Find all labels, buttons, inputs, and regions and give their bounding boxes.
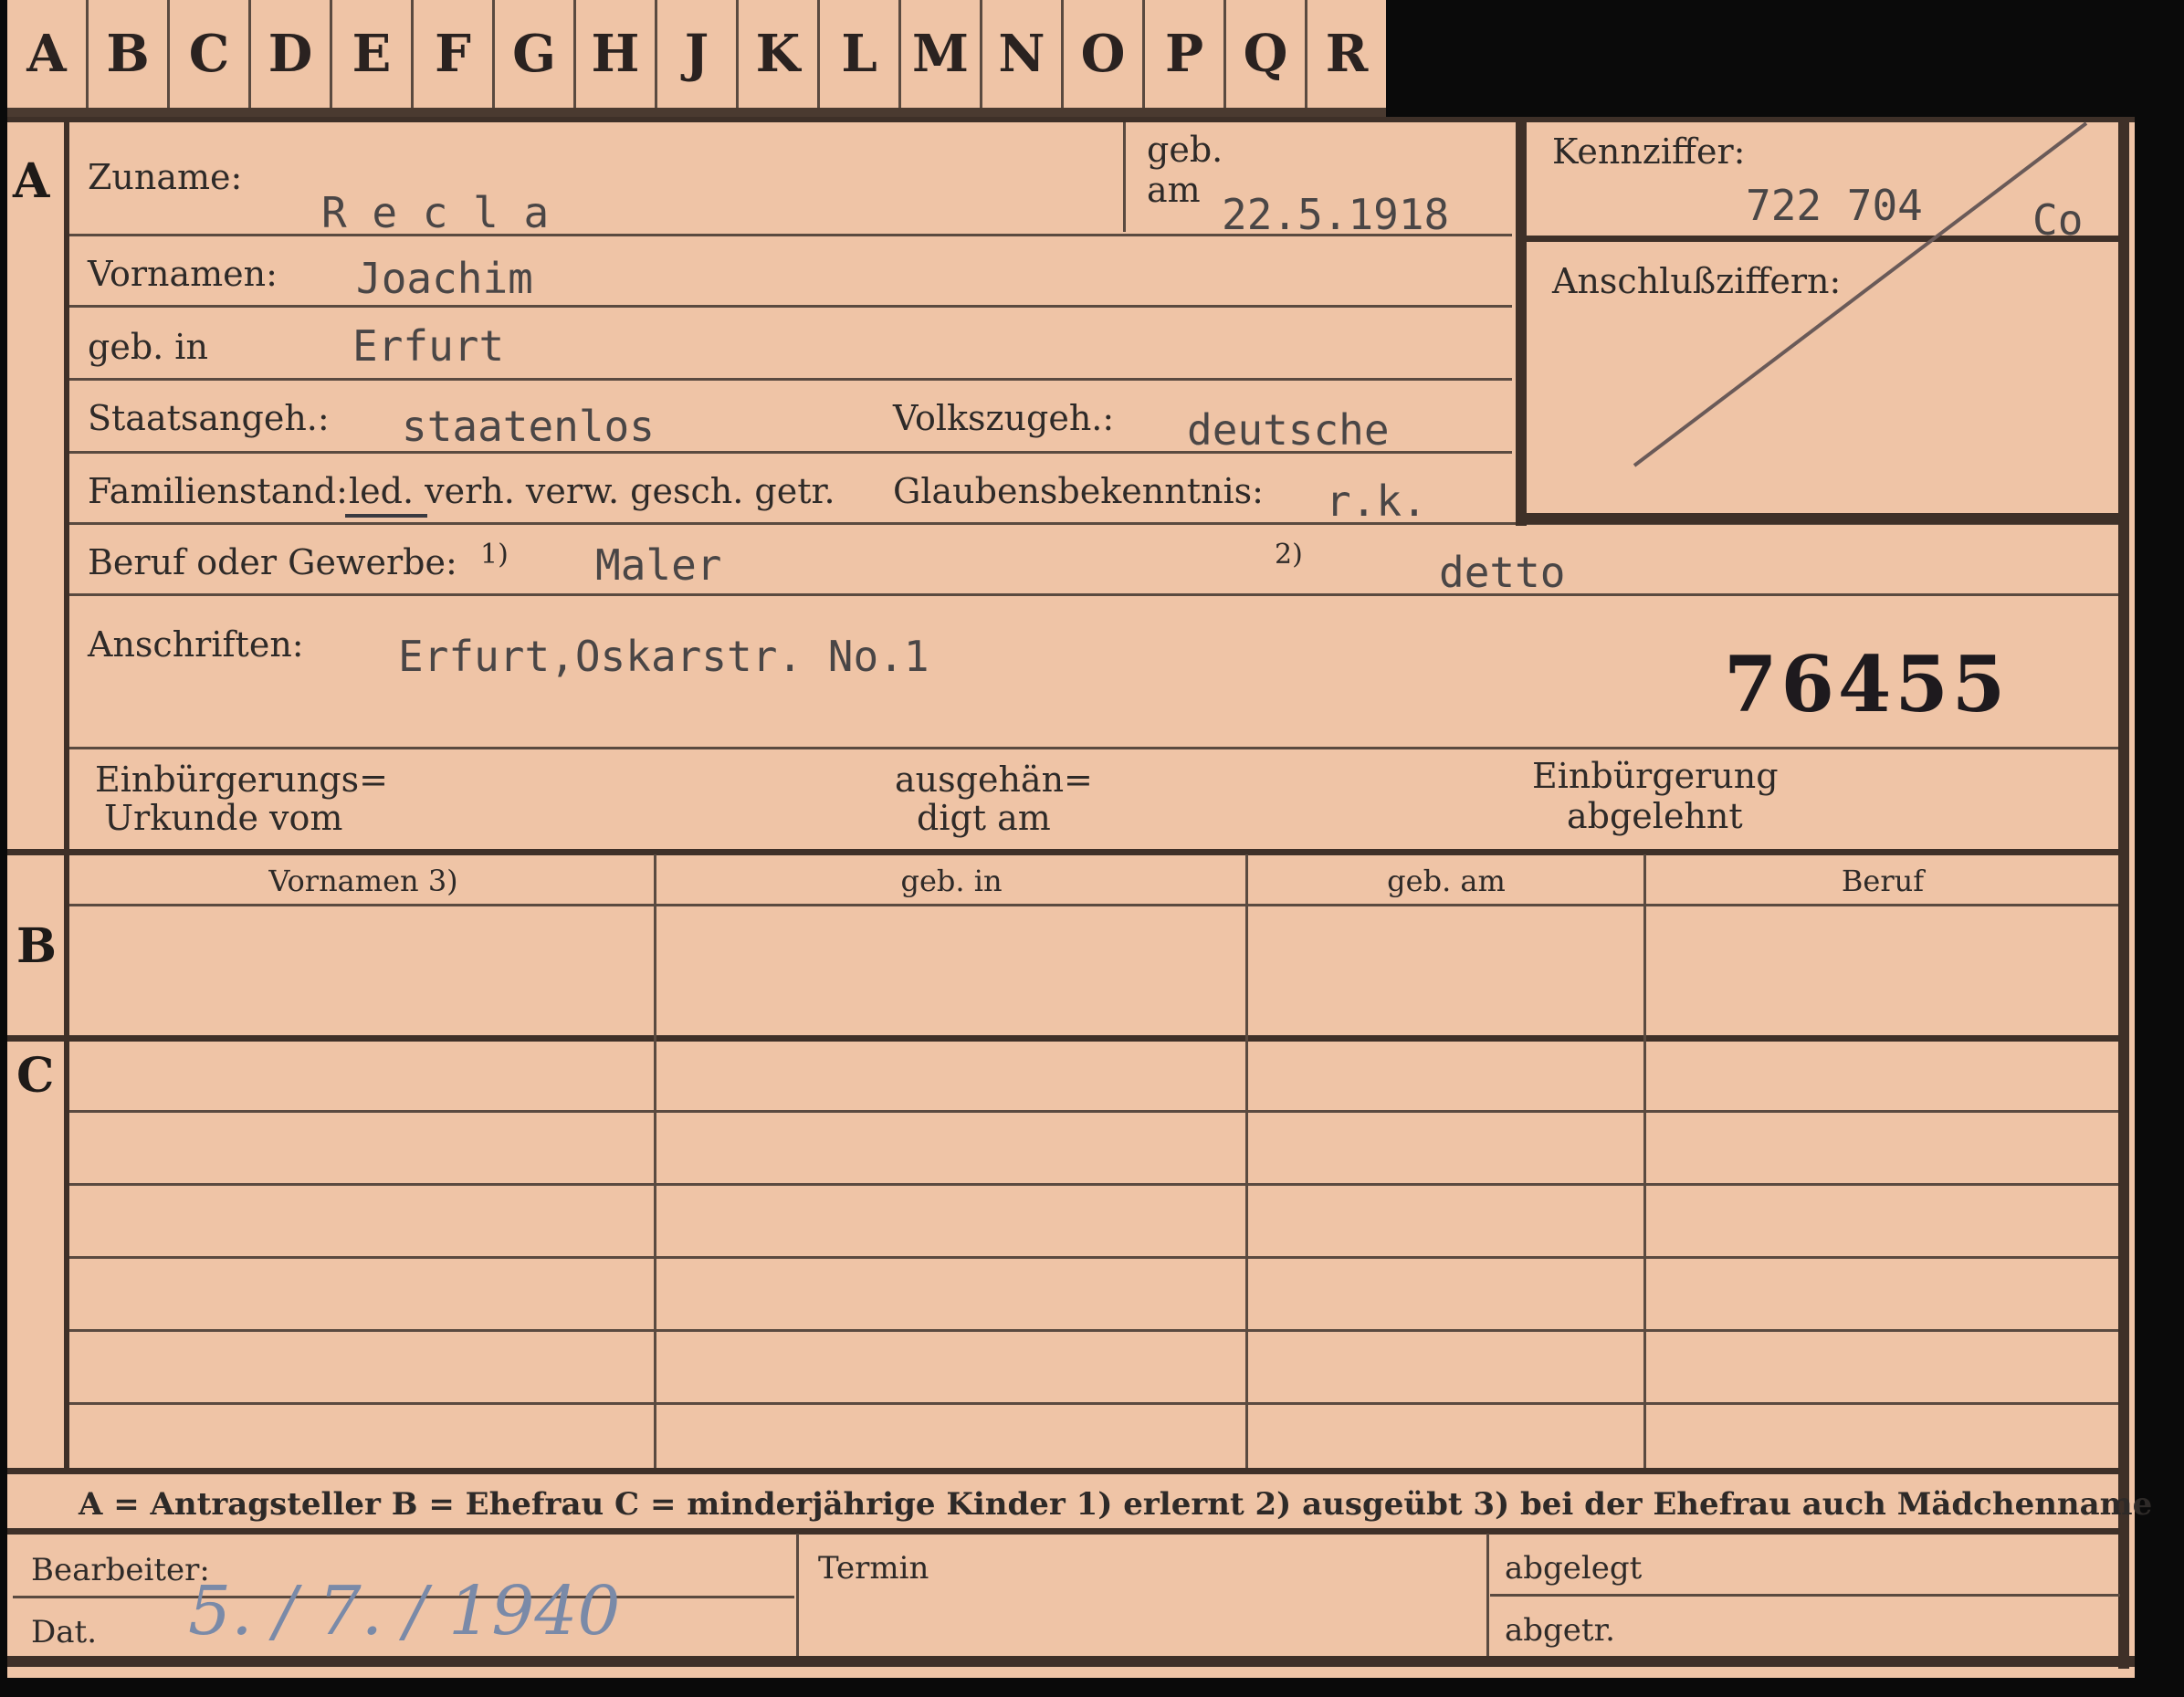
footer-col-divider <box>796 1534 799 1660</box>
section-a-label: A <box>13 153 50 209</box>
geb-am-divider <box>1123 122 1126 232</box>
ausgehaendigt-label-line2: digt am <box>917 798 1051 838</box>
alphabet-tab-a: A <box>7 0 89 108</box>
row-divider <box>69 378 1512 381</box>
row-divider <box>69 593 2118 596</box>
card-bottom-border <box>7 1656 2135 1667</box>
table-header-divider <box>69 904 2118 906</box>
geb-am-value: 22.5.1918 <box>1222 190 1450 239</box>
alphabet-tab-j: J <box>657 0 739 108</box>
handwritten-date: 5. / 7. / 1940 <box>188 1572 621 1650</box>
table-col-divider <box>1245 854 1248 1468</box>
geb-in-value: Erfurt <box>352 321 505 371</box>
am-label: am <box>1147 170 1201 210</box>
bearbeiter-label: Bearbeiter: <box>31 1552 210 1588</box>
vornamen-label: Vornamen: <box>88 254 278 294</box>
abgelegt-label: abgelegt <box>1505 1550 1643 1587</box>
beruf-erlernt-value: Maler <box>595 540 722 590</box>
kennziffer-value: 722 704 <box>1746 181 1923 230</box>
termin-label: Termin <box>818 1550 929 1587</box>
einbuergerungs-label-line2: Urkunde vom <box>104 798 343 838</box>
glaubensbekenntnis-label: Glaubensbekenntnis: <box>893 471 1264 511</box>
kennziffer-box-left <box>1516 117 1527 526</box>
table-row-divider <box>69 1256 2118 1259</box>
table-header-vornamen: Vornamen 3) <box>268 864 458 898</box>
einbuergerungs-label-line1: Einbürgerungs= <box>95 759 388 800</box>
alphabet-tab-q: Q <box>1226 0 1307 108</box>
geb-label: geb. <box>1147 130 1223 170</box>
familienstand-selected-underline <box>345 514 427 518</box>
vornamen-value: Joachim <box>356 254 533 303</box>
table-header-beruf: Beruf <box>1841 864 1925 898</box>
section-b-bottom <box>7 1035 2124 1042</box>
abgelehnt-label-line2: abgelehnt <box>1567 796 1743 836</box>
anschrift-value: Erfurt,Oskarstr. No.1 <box>398 632 929 681</box>
alphabet-tab-b: B <box>89 0 170 108</box>
alphabet-tab-l: L <box>820 0 901 108</box>
alphabet-tab-n: N <box>982 0 1064 108</box>
table-row-divider <box>69 1110 2118 1113</box>
kennziffer-label: Kennziffer: <box>1552 131 1746 172</box>
footer-row-divider <box>1490 1594 2120 1597</box>
table-row-divider <box>69 1183 2118 1186</box>
footnote-1-marker: 1) <box>480 539 509 571</box>
zuname-label: Zuname: <box>88 157 243 197</box>
legend-text: A = Antragsteller B = Ehefrau C = minder… <box>79 1486 2153 1523</box>
familienstand-options: led. verh. verw. gesch. getr. <box>349 471 835 511</box>
legend-bottom <box>7 1528 2124 1535</box>
table-col-divider <box>654 854 656 1468</box>
alphabet-tab-h: H <box>576 0 657 108</box>
alphabet-tab-d: D <box>251 0 332 108</box>
card-right-border <box>2118 117 2129 1669</box>
beruf-label: Beruf oder Gewerbe: <box>88 542 457 582</box>
alphabet-tab-c: C <box>170 0 251 108</box>
beruf-ausgeuebt-value: detto <box>1439 548 1566 597</box>
footer-col-divider <box>1486 1534 1489 1660</box>
section-c-label: C <box>16 1048 55 1104</box>
table-row-divider <box>69 1402 2118 1405</box>
alphabet-tab-p: P <box>1145 0 1226 108</box>
row-divider <box>69 305 1512 308</box>
ausgehaendigt-label-line1: ausgehän= <box>895 759 1093 800</box>
footnote-2-marker: 2) <box>1275 539 1303 571</box>
alphabet-tab-e: E <box>332 0 414 108</box>
abgetr-label: abgetr. <box>1505 1612 1615 1649</box>
kennziffer-box-bottom <box>1516 513 2118 524</box>
table-col-divider <box>1643 854 1646 1468</box>
abgelehnt-label-line1: Einbürgerung <box>1532 756 1779 796</box>
kennziffer-suffix: Co <box>2032 195 2084 245</box>
stamp-number: 76455 <box>1724 639 2010 729</box>
section-column-divider <box>64 117 69 1470</box>
alphabet-tab-o: O <box>1064 0 1145 108</box>
section-a-bottom <box>7 849 2124 855</box>
alphabet-tab-g: G <box>495 0 576 108</box>
staatsangeh-label: Staatsangeh.: <box>88 398 330 438</box>
table-row-divider <box>69 1329 2118 1332</box>
anschriften-label: Anschriften: <box>88 624 304 665</box>
zuname-value: R e c l a <box>321 188 550 237</box>
volkszugeh-value: deutsche <box>1187 405 1390 455</box>
alphabet-tab-r: R <box>1325 24 1369 84</box>
alphabet-tab-f: F <box>414 0 495 108</box>
alphabet-tab-m: M <box>901 0 982 108</box>
table-header-geb-am: geb. am <box>1387 864 1506 898</box>
anschlussziffern-label: Anschlußziffern: <box>1552 261 1842 301</box>
dat-label: Dat. <box>31 1614 98 1650</box>
familienstand-label: Familienstand: <box>88 471 348 511</box>
alphabet-tab-k: K <box>739 0 820 108</box>
row-divider <box>69 747 2118 749</box>
geb-in-label: geb. in <box>88 327 208 367</box>
alphabet-tab-strip: ABCDEFGHJKLMNOPQR <box>7 0 1386 117</box>
table-header-geb-in: geb. in <box>900 864 1003 898</box>
table-bottom <box>7 1468 2124 1474</box>
volkszugeh-label: Volkszugeh.: <box>893 398 1115 438</box>
staatsangeh-value: staatenlos <box>402 402 655 451</box>
glaubensbekenntnis-value: r.k. <box>1326 477 1427 526</box>
section-b-label: B <box>16 918 57 974</box>
